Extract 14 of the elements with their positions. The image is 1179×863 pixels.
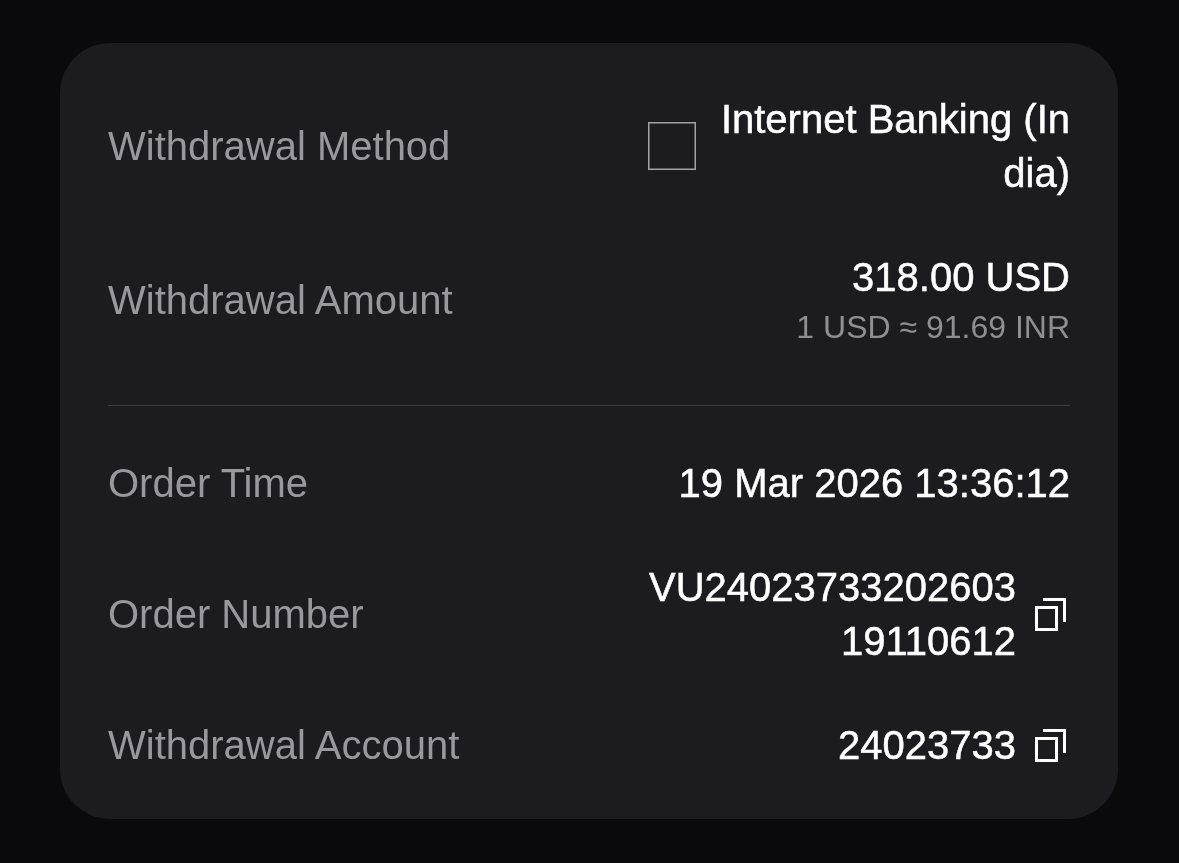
field-value: Internet Banking (India): [719, 96, 1070, 197]
field-value: 318.00 USD: [852, 254, 1070, 301]
field-value: 24023733: [838, 722, 1016, 769]
field-label: Withdrawal Method: [108, 123, 451, 170]
copy-icon[interactable]: [1035, 597, 1066, 631]
field-label: Withdrawal Amount: [108, 277, 453, 324]
copy-icon[interactable]: [1035, 728, 1066, 762]
logo-placeholder-icon: [648, 122, 696, 170]
field-label: Order Time: [108, 460, 309, 507]
field-value: VU2402373320260319110612: [648, 564, 1016, 665]
exchange-rate: 1 USD ≈ 91.69 INR: [796, 308, 1070, 347]
field-value: 19 Mar 2026 13:36:12: [678, 460, 1070, 507]
field-label: Order Number: [108, 591, 364, 638]
field-label: Withdrawal Account: [108, 722, 460, 769]
